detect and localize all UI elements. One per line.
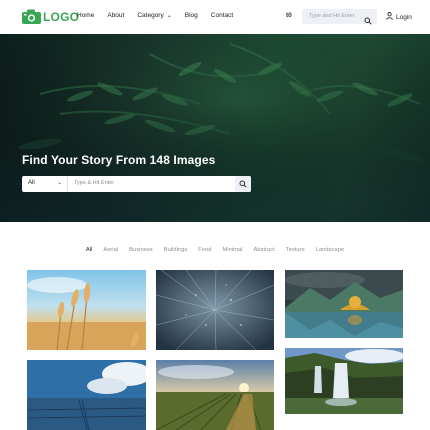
language-toggle[interactable]: t0 <box>286 12 292 19</box>
category-select-value: All <box>28 180 35 186</box>
gallery-image-vineyard[interactable] <box>156 360 274 430</box>
login-label: Login <box>396 13 412 21</box>
gallery-image-waterfall[interactable] <box>285 348 403 414</box>
filter-buildings[interactable]: Buildings <box>164 247 188 253</box>
filter-texture[interactable]: Texture <box>286 247 305 253</box>
filter-landscape[interactable]: Landscape <box>316 247 344 253</box>
chevron-down-icon: ⌄ <box>166 13 172 19</box>
chevron-down-icon: ⌄ <box>57 180 62 186</box>
logo[interactable]: LOGO <box>22 9 79 24</box>
gallery-image-texture[interactable] <box>156 270 274 350</box>
hero-search-button[interactable] <box>235 176 251 192</box>
nav-about[interactable]: About <box>107 12 124 19</box>
filter-aerial[interactable]: Aerial <box>103 247 118 253</box>
hero-search-bar: All ⌄ Type & Hit Enter <box>22 176 251 192</box>
hero-title: Find Your Story From 148 Images <box>22 153 216 167</box>
user-icon <box>386 12 393 22</box>
nav-contact[interactable]: Contact <box>211 12 233 19</box>
filter-all[interactable]: All <box>86 247 92 253</box>
nav-home[interactable]: Home <box>77 12 94 19</box>
logo-text: LOGO <box>43 9 80 24</box>
gallery-image-wheat[interactable] <box>27 270 146 350</box>
nav-category-label: Category <box>137 12 164 19</box>
nav-blog[interactable]: Blog <box>185 12 198 19</box>
gallery-image-mountain-lake[interactable] <box>285 270 403 338</box>
search-icon[interactable] <box>364 12 372 30</box>
hero-search-input[interactable]: Type & Hit Enter <box>74 180 114 186</box>
filter-minimal[interactable]: Minimal <box>222 247 242 253</box>
hero-banner: Find Your Story From 148 Images All ⌄ Ty… <box>0 34 430 222</box>
login-link[interactable]: Login <box>386 12 412 22</box>
filter-food[interactable]: Food <box>198 247 211 253</box>
nav-category[interactable]: Category ⌄ <box>137 12 171 19</box>
camera-icon <box>22 9 41 24</box>
filter-abstract[interactable]: Abstract <box>253 247 274 253</box>
header-search-input[interactable]: Type and Hit Enter <box>309 13 355 19</box>
search-icon <box>239 180 247 188</box>
category-select[interactable]: All ⌄ <box>22 176 68 192</box>
gallery-image-partial[interactable] <box>285 424 403 430</box>
category-filter-bar: All Aerial Business Buildings Food Minim… <box>0 247 430 253</box>
fern-background-image <box>0 34 430 222</box>
header-search[interactable]: Type and Hit Enter <box>302 9 377 25</box>
filter-business[interactable]: Business <box>129 247 153 253</box>
top-navbar: LOGO Home About Category ⌄ Blog Contact … <box>0 0 430 34</box>
main-menu: Home About Category ⌄ Blog Contact <box>77 12 246 19</box>
gallery-image-ocean-pier[interactable] <box>27 360 146 430</box>
